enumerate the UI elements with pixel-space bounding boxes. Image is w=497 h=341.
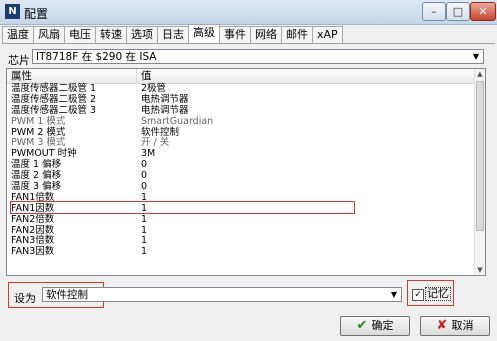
table-row[interactable]: 温度 2 偏移 0 (7, 170, 477, 182)
cancel-button[interactable]: ✘ 取消 (420, 316, 490, 336)
ok-button[interactable]: ✔ 确定 (340, 316, 410, 336)
tab-item[interactable]: 日志 (157, 26, 189, 43)
tab-item[interactable]: 选项 (126, 26, 158, 43)
set-as-select[interactable]: 软件控制 ▼ (42, 287, 402, 302)
table-row[interactable]: 温度 1 偏移 0 (7, 159, 477, 171)
maximize-button[interactable]: □ (446, 2, 470, 21)
chevron-down-icon[interactable]: ▼ (387, 288, 401, 301)
table-row[interactable]: FAN2倍数 1 (7, 213, 477, 226)
table-row[interactable]: FAN3倍数 1 (7, 236, 477, 247)
property-name: FAN3因数 (11, 246, 55, 258)
table-row[interactable]: FAN3因数 1 (7, 246, 477, 258)
table-row[interactable]: FAN2因数 1 (7, 225, 477, 237)
column-header-value[interactable]: 值 (137, 69, 152, 83)
memory-checkbox[interactable]: ✓ (412, 289, 424, 301)
close-button[interactable]: ✕ (470, 2, 496, 21)
table-row[interactable]: PWM 3 模式开 / 关 (7, 138, 477, 149)
memory-label[interactable]: 记忆 (425, 287, 451, 301)
scroll-thumb[interactable] (476, 81, 484, 231)
close-icon: ✘ (436, 318, 448, 333)
tab-item[interactable]: 温度 (2, 26, 34, 43)
column-header-property[interactable]: 属性 (7, 69, 137, 83)
window-title: 配置 (24, 7, 49, 21)
property-value: SmartGuardian (141, 115, 214, 127)
tab-item[interactable]: 电压 (64, 26, 96, 43)
property-value: 1 (141, 213, 148, 225)
tab-bar: 温度 风扇 电压 转速 选项 日志 高级 事件 网络 邮件 xAP (2, 24, 495, 44)
ok-label: 确定 (371, 319, 394, 332)
table-row[interactable]: 温度 3 偏移 0 (7, 181, 477, 193)
tab-item[interactable]: 风扇 (33, 26, 65, 43)
set-as-label: 设为 (14, 292, 36, 305)
app-icon: N (5, 4, 20, 19)
table-row[interactable]: PWM 1 模式 SmartGuardian (7, 115, 477, 128)
tab-item[interactable]: xAP (312, 26, 343, 43)
property-name: PWM 1 模式 (11, 115, 66, 127)
tab-item[interactable]: 事件 (219, 26, 251, 43)
table-row[interactable]: 温度传感器二极管 3 电热调节器 (7, 105, 477, 117)
chip-value: IT8718F 在 $290 在 ISA (36, 51, 157, 63)
list-rows: 温度传感器二极管 1 2极管 温度传感器二极管 2 电热调节器 温度传感器二极管 3 电热… (7, 83, 477, 258)
minimize-button[interactable]: – (422, 2, 446, 21)
scroll-up-icon[interactable]: ▲ (475, 69, 485, 79)
chip-select[interactable]: IT8718F 在 $290 在 ISA ▼ (32, 49, 484, 64)
property-value: 1 (141, 246, 148, 258)
tab-item[interactable]: 高级 (188, 24, 220, 43)
highlight-box (10, 201, 355, 214)
scroll-down-icon[interactable]: ▼ (475, 265, 485, 275)
tab-item[interactable]: 转速 (95, 26, 127, 43)
check-icon: ✔ (356, 318, 368, 333)
chevron-down-icon[interactable]: ▼ (469, 50, 483, 63)
property-name: FAN2倍数 (11, 213, 55, 225)
chip-label: 芯片 (8, 54, 30, 67)
tab-item[interactable]: 邮件 (281, 26, 313, 43)
cancel-label: 取消 (451, 319, 474, 332)
table-row[interactable]: PWMOUT 时钟 3M (7, 148, 477, 160)
title-bar: N 配置 – □ ✕ (0, 0, 497, 25)
property-list: 属性 值 温度传感器二极管 1 2极管 温度传感器二极管 2 电热调节器 温度传感器二极… (6, 68, 486, 276)
table-row[interactable]: PWM 2 模式 软件控制 (7, 127, 477, 139)
list-header: 属性 值 (7, 69, 477, 84)
set-as-value: 软件控制 (46, 289, 88, 301)
vertical-scrollbar[interactable]: ▲ ▼ (474, 69, 485, 275)
tab-item[interactable]: 网络 (250, 26, 282, 43)
